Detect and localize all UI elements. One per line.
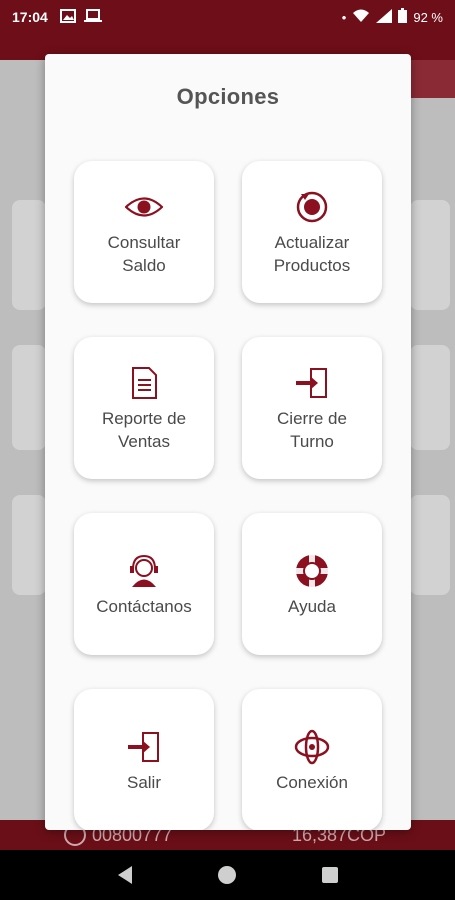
battery-icon bbox=[398, 8, 408, 26]
notification-dot-icon: • bbox=[341, 9, 347, 25]
laptop-icon bbox=[83, 8, 102, 26]
background-card bbox=[410, 345, 450, 450]
wifi-icon bbox=[352, 9, 370, 26]
option-reporte-ventas[interactable]: Reporte de Ventas bbox=[74, 337, 214, 479]
system-nav-bar bbox=[0, 850, 455, 900]
option-contactanos[interactable]: Contáctanos bbox=[74, 513, 214, 655]
background-card bbox=[12, 345, 46, 450]
report-icon bbox=[124, 363, 164, 403]
option-cierre-turno[interactable]: Cierre de Turno bbox=[242, 337, 382, 479]
support-agent-icon bbox=[124, 551, 164, 591]
eye-icon bbox=[124, 187, 164, 227]
option-label: Conexión bbox=[276, 772, 348, 792]
option-salir[interactable]: Salir bbox=[74, 689, 214, 830]
status-bar: 17:04 • 92 % bbox=[0, 0, 455, 34]
options-dialog: Opciones Consultar Saldo Actualizar Prod… bbox=[45, 54, 411, 830]
option-conexion[interactable]: Conexión bbox=[242, 689, 382, 830]
background-card bbox=[12, 495, 46, 595]
home-icon[interactable] bbox=[217, 866, 236, 884]
back-icon[interactable] bbox=[117, 866, 132, 884]
option-label: Actualizar Productos bbox=[273, 233, 351, 275]
option-label: Ayuda bbox=[288, 596, 336, 616]
connection-icon bbox=[292, 727, 332, 767]
logout-icon bbox=[124, 727, 164, 767]
gallery-icon bbox=[59, 8, 76, 26]
dialog-title: Opciones bbox=[176, 84, 280, 109]
option-ayuda[interactable]: Ayuda bbox=[242, 513, 382, 655]
option-label: Consultar Saldo bbox=[107, 233, 181, 275]
app-red-strip bbox=[407, 60, 455, 98]
option-actualizar-productos[interactable]: Actualizar Productos bbox=[242, 161, 382, 303]
battery-level: 92 % bbox=[413, 9, 443, 25]
option-label: Reporte de Ventas bbox=[101, 409, 187, 451]
status-time: 17:04 bbox=[12, 9, 48, 25]
recent-apps-icon[interactable] bbox=[321, 867, 338, 883]
option-label: Cierre de Turno bbox=[277, 409, 347, 451]
option-label: Contáctanos bbox=[96, 596, 192, 616]
refresh-icon bbox=[292, 187, 332, 227]
lifebuoy-icon bbox=[292, 551, 332, 591]
option-consultar-saldo[interactable]: Consultar Saldo bbox=[74, 161, 214, 303]
option-label: Salir bbox=[126, 772, 161, 792]
background-card bbox=[12, 200, 46, 310]
door-exit-icon bbox=[292, 363, 332, 403]
signal-icon bbox=[376, 8, 393, 26]
background-card bbox=[410, 495, 450, 595]
background-card bbox=[410, 200, 450, 310]
